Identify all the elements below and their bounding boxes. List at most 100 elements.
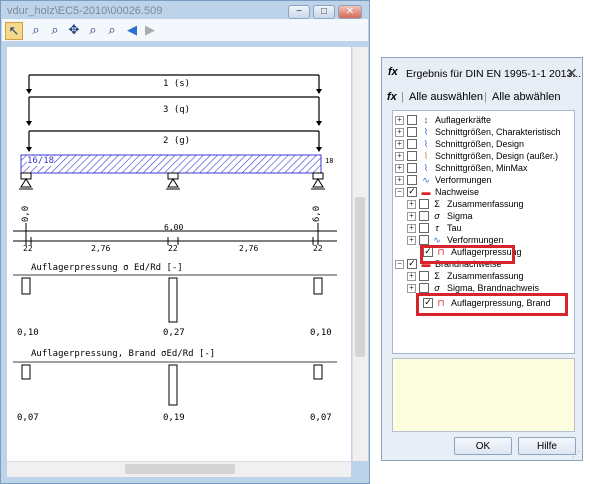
expand-icon[interactable]: + [407,236,416,245]
tree-item-schnitt-char[interactable]: + ⌇ Schnittgrößen, Charakteristisch [393,126,573,138]
deselect-all-link[interactable]: Alle abwählen [492,91,561,103]
arrow-pointer-icon[interactable]: ↖ [5,22,23,40]
tree-item-label: Schnittgrößen, Charakteristisch [435,127,561,137]
tree-item-label: Zusammenfassung [447,271,524,281]
zoom-out-icon[interactable]: ⌕ [104,22,120,38]
horizontal-scrollbar[interactable] [7,461,351,477]
tree-item-tau[interactable]: + τ Tau [393,222,573,234]
expand-icon[interactable]: + [395,128,404,137]
segment-label: 22 [168,244,178,253]
maximize-button[interactable]: □ [313,5,335,19]
tree-item-label: Auflagerkräfte [435,115,492,125]
collapse-icon[interactable]: − [395,260,404,269]
sigma-sum-icon: Σ [434,271,440,281]
dim-left-label: 0,0 [21,205,32,223]
tree-item-label: Sigma [447,211,473,221]
highlight-box-auflagerpressung-brand [416,293,568,316]
result2-value-right: 0,07 [310,413,332,423]
dim-right-label: 6,0 [312,205,323,223]
pan-icon[interactable]: ✥ [66,22,82,38]
checkbox[interactable] [407,175,417,185]
forward-icon[interactable]: ▶ [142,22,158,38]
zoom-in-icon[interactable]: ⌕ [47,22,63,38]
tree-item-label: Schnittgrößen, Design [435,139,525,149]
support-mid [166,178,180,190]
tau-icon: τ [435,223,439,233]
vertical-scroll-thumb[interactable] [355,197,365,357]
segment-label: 22 [23,244,33,253]
close-icon[interactable]: ✕ [566,65,578,82]
expand-icon[interactable]: + [407,224,416,233]
checkbox[interactable] [419,235,429,245]
tree-item-sigma[interactable]: + σ Sigma [393,210,573,222]
expand-icon[interactable]: + [407,212,416,221]
zoom-fit-icon[interactable]: ⌕ [28,22,44,38]
internal-forces-icon: ⌇ [423,163,429,173]
sigma-sum-icon: Σ [434,199,440,209]
help-button[interactable]: Hilfe [518,437,576,455]
highlight-box-auflagerpressung [420,245,515,264]
checkbox[interactable] [419,283,429,293]
expand-icon[interactable]: + [407,272,416,281]
tree-item-label: Verformungen [435,175,492,185]
tree-item-verformungen[interactable]: + ∿ Verformungen [393,174,573,186]
checkbox[interactable] [407,127,417,137]
expand-icon[interactable]: + [395,164,404,173]
checkbox[interactable] [419,223,429,233]
info-panel [392,358,575,432]
expand-icon[interactable]: + [395,116,404,125]
resize-grip-icon[interactable]: ⋰ [572,450,580,459]
expand-icon[interactable]: + [395,140,404,149]
tree-item-zusammenfassung[interactable]: + Σ Zusammenfassung [393,198,573,210]
tree-item-schnitt-design-ausser[interactable]: + ⌇ Schnittgrößen, Design (außer.) [393,150,573,162]
sigma-icon: σ [434,211,440,221]
result1-value-left: 0,10 [17,328,39,338]
deformation-icon: ∿ [422,175,430,185]
collapse-icon[interactable]: − [395,188,404,197]
checkbox-checked[interactable]: ✓ [407,187,417,197]
load-3-label: 3 (q) [163,105,191,115]
horizontal-scroll-thumb[interactable] [125,464,235,474]
support-right [311,178,325,190]
checkbox[interactable] [407,139,417,149]
checkbox[interactable] [407,115,417,125]
expand-icon[interactable]: + [395,152,404,161]
expand-icon[interactable]: + [407,200,416,209]
tree-item-label: Schnittgrößen, MinMax [435,163,528,173]
expand-icon[interactable]: + [407,284,416,293]
minimize-button[interactable]: − [288,5,310,19]
result2-bar-right [313,364,323,380]
checkbox[interactable] [419,199,429,209]
internal-forces-icon: ⌇ [423,151,429,161]
toolbar: ↖ ⌕ ⌕ ✥ ⌕ ⌕ ◀ ▶ [2,19,368,42]
checkbox[interactable] [407,163,417,173]
tree-item-label: Schnittgrößen, Design (außer.) [435,151,559,161]
zoom-window-icon[interactable]: ⌕ [85,22,101,38]
tree-item-schnitt-minmax[interactable]: + ⌇ Schnittgrößen, MinMax [393,162,573,174]
separator: | [484,91,487,103]
drawing-canvas[interactable]: 1 (s) 3 (q) 2 (g) 16/18 18 0,0 6,0 6,00 … [7,47,351,461]
ok-button[interactable]: OK [454,437,512,455]
tree-item-schnitt-design[interactable]: + ⌇ Schnittgrößen, Design [393,138,573,150]
internal-forces-icon: ⌇ [423,127,429,137]
tree-item-nachweise[interactable]: − ✓ ▬ Nachweise [393,186,573,198]
close-button[interactable]: ✕ [338,5,362,19]
select-all-link[interactable]: Alle auswählen [409,91,483,103]
result1-value-mid: 0,27 [163,328,185,338]
tree-item-zusammenfassung-brand[interactable]: + Σ Zusammenfassung [393,270,573,282]
tree-item-auflagerkraefte[interactable]: + ↕ Auflagerkräfte [393,114,573,126]
back-icon[interactable]: ◀ [124,22,140,38]
result1-value-right: 0,10 [310,328,332,338]
support-left [19,178,33,190]
vertical-scrollbar[interactable] [352,47,368,461]
result1-bar-mid [168,277,178,323]
beam-section-label: 16/18 [27,156,55,166]
checkbox[interactable] [419,271,429,281]
checkbox-checked[interactable]: ✓ [407,259,417,269]
selection-bar: fx | Alle auswählen | Alle abwählen [385,88,579,108]
checkbox[interactable] [419,211,429,221]
checkbox[interactable] [407,151,417,161]
expand-icon[interactable]: + [395,176,404,185]
fx-small-icon: fx [387,91,397,103]
segment-label: 2,76 [239,244,259,253]
